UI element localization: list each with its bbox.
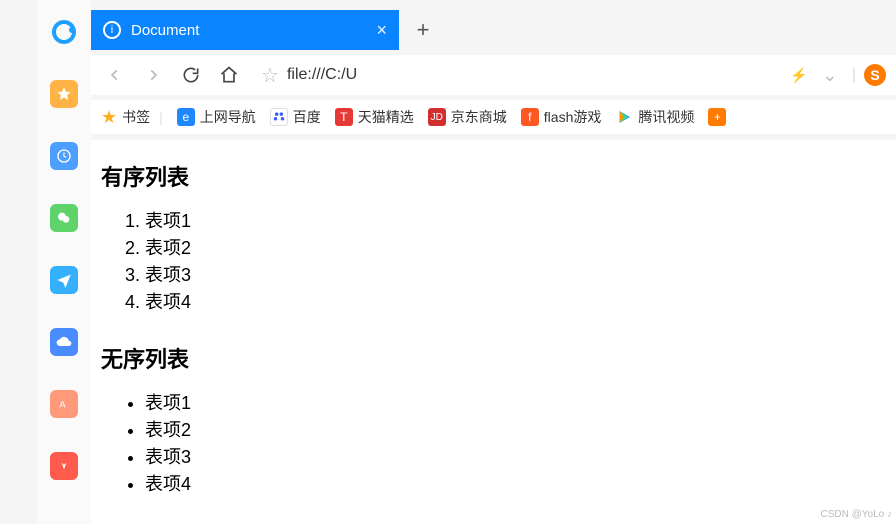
favorites-app-icon[interactable] [50, 80, 78, 108]
bookmark-tencent-video[interactable]: 腾讯视频 [615, 107, 694, 127]
home-button[interactable] [215, 61, 243, 89]
tab-info-icon: i [103, 21, 121, 39]
clock-app-icon[interactable] [50, 142, 78, 170]
address-bar[interactable]: ☆ file:///C:/U [253, 59, 780, 91]
bookmark-label: 百度 [293, 107, 321, 127]
pdf-app-icon[interactable] [50, 452, 78, 480]
list-item: 表项4 [145, 289, 886, 316]
svg-text:A: A [59, 400, 66, 410]
list-item: 表项2 [145, 235, 886, 262]
nav-icon: e [177, 108, 195, 126]
bookmark-label: 天猫精选 [358, 107, 414, 127]
list-item: 表项4 [145, 471, 886, 498]
app-dock: A [37, 0, 91, 524]
bookmarks-bar: ★ 书签 | e 上网导航 百度 T 天猫精选 JD 京东商城 f flash游… [91, 100, 896, 134]
watermark: CSDN @YoLo ♪ [821, 509, 892, 520]
ordered-list: 表项1 表项2 表项3 表项4 [101, 208, 886, 316]
page-content: 有序列表 表项1 表项2 表项3 表项4 无序列表 表项1 表项2 表项3 表项… [91, 140, 896, 524]
bookmark-label: 上网导航 [200, 107, 256, 127]
divider: | [159, 109, 163, 125]
bookmark-label: 腾讯视频 [638, 107, 694, 127]
forward-button[interactable] [139, 61, 167, 89]
close-icon[interactable]: × [376, 20, 387, 41]
flash-icon[interactable]: ⚡ [790, 67, 807, 84]
bookmark-tmall[interactable]: T 天猫精选 [335, 107, 414, 127]
unordered-list: 表项1 表项2 表项3 表项4 [101, 390, 886, 498]
bookmark-more[interactable]: + [708, 108, 726, 126]
bookmark-label: 京东商城 [451, 107, 507, 127]
heading-unordered: 无序列表 [101, 342, 886, 374]
reload-button[interactable] [177, 61, 205, 89]
list-item: 表项2 [145, 417, 886, 444]
cloud-app-icon[interactable] [50, 328, 78, 356]
tab-title: Document [131, 22, 376, 39]
bookmark-label: 书签 [122, 107, 150, 127]
translate-app-icon[interactable]: A [50, 390, 78, 418]
list-item: 表项3 [145, 262, 886, 289]
tmall-icon: T [335, 108, 353, 126]
plane-app-icon[interactable] [50, 266, 78, 294]
sogou-search-icon[interactable]: S [864, 64, 886, 86]
heading-ordered: 有序列表 [101, 160, 886, 192]
wechat-app-icon[interactable] [50, 204, 78, 232]
back-button[interactable] [101, 61, 129, 89]
bookmark-label: flash游戏 [544, 107, 602, 127]
bookmark-flash[interactable]: f flash游戏 [521, 107, 602, 127]
chevron-down-icon[interactable]: ⌄ [816, 61, 844, 89]
bookmarks-root[interactable]: ★ 书签 | [101, 107, 163, 128]
bookmark-jd[interactable]: JD 京东商城 [428, 107, 507, 127]
list-item: 表项3 [145, 444, 886, 471]
star-icon: ★ [101, 107, 117, 128]
toolbar: ☆ file:///C:/U ⚡ ⌄ | S [91, 55, 896, 95]
tab-bar: i Document × + [91, 10, 896, 50]
tab-document[interactable]: i Document × [91, 10, 399, 50]
bookmark-baidu[interactable]: 百度 [270, 107, 321, 127]
flash-game-icon: f [521, 108, 539, 126]
divider: | [852, 66, 856, 84]
new-tab-button[interactable]: + [405, 12, 441, 48]
bookmark-nav[interactable]: e 上网导航 [177, 107, 256, 127]
browser-app-icon[interactable] [50, 18, 78, 46]
baidu-icon [270, 108, 288, 126]
url-text: file:///C:/U [287, 66, 357, 84]
bookmark-star-icon[interactable]: ☆ [261, 63, 279, 88]
tencent-video-icon [615, 108, 633, 126]
list-item: 表项1 [145, 390, 886, 417]
more-icon: + [708, 108, 726, 126]
list-item: 表项1 [145, 208, 886, 235]
jd-icon: JD [428, 108, 446, 126]
